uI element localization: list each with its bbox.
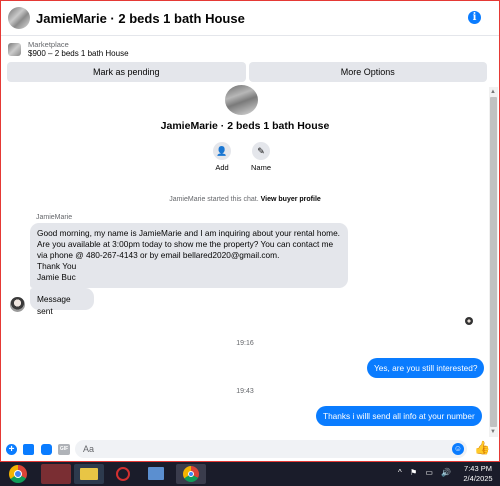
action-bar: Mark as pending More Options (7, 62, 487, 82)
name-label: Name (250, 163, 271, 172)
pencil-icon: ✎ (257, 145, 265, 156)
scrollbar-thumb[interactable] (490, 97, 497, 427)
incoming-message[interactable]: Message sent (30, 288, 94, 316)
more-options-button[interactable]: More Options (248, 62, 487, 82)
mark-pending-button[interactable]: Mark as pending (7, 62, 246, 82)
scroll-up-arrow-icon[interactable]: ▲ (490, 89, 496, 95)
add-label: Add (215, 163, 229, 172)
emoji-icon[interactable]: ☺ (452, 443, 464, 455)
clock-date: 2/4/2025 (463, 474, 493, 483)
thumbs-up-icon[interactable]: 👍 (474, 441, 490, 455)
sticker-icon[interactable] (41, 444, 52, 455)
plus-icon[interactable]: + (6, 444, 17, 455)
info-icon[interactable]: i (468, 11, 481, 24)
taskbar-app-icon[interactable] (143, 464, 169, 484)
clock-time: 7:43 PM (464, 464, 492, 473)
outgoing-message[interactable]: Thanks i willl send all info at your num… (316, 406, 482, 426)
message-input[interactable]: Aa (75, 440, 467, 458)
file-explorer-icon[interactable] (74, 464, 104, 484)
add-person-button[interactable]: 👤 (213, 142, 231, 160)
profile-avatar[interactable] (225, 85, 258, 115)
photo-icon[interactable] (23, 444, 34, 455)
timestamp: 19:16 (236, 340, 254, 347)
incoming-message[interactable]: Good morning, my name is JamieMarie and … (30, 223, 348, 288)
system-tray-icons[interactable]: ^ ⚑ ▭ 🔊 (398, 468, 454, 477)
seen-indicator-avatar (465, 317, 473, 325)
add-person-icon: 👤 (216, 145, 228, 156)
chat-header: JamieMarie · 2 beds 1 bath House i (1, 1, 499, 36)
sender-avatar[interactable] (10, 297, 25, 312)
messenger-window: JamieMarie · 2 beds 1 bath House i Marke… (0, 0, 500, 462)
chrome-active-taskbar-icon[interactable] (176, 464, 206, 484)
taskbar-app-icon[interactable] (111, 464, 135, 484)
chat-started-notice: JamieMarie started this chat. View buyer… (1, 196, 489, 203)
chat-title[interactable]: JamieMarie · 2 beds 1 bath House (36, 11, 245, 26)
scroll-down-arrow-icon[interactable]: ▼ (490, 429, 496, 435)
taskbar-app-icon[interactable] (41, 464, 71, 484)
listing-avatar[interactable] (8, 7, 30, 29)
chrome-center-icon (14, 470, 22, 478)
started-text: JamieMarie started this chat. (169, 196, 259, 203)
timestamp: 19:43 (236, 388, 254, 395)
sender-name: JamieMarie (36, 214, 73, 221)
view-buyer-profile-link[interactable]: View buyer profile (261, 196, 321, 203)
taskbar-clock[interactable]: 7:43 PM 2/4/2025 (458, 464, 498, 484)
listing-thumbnail (8, 42, 21, 56)
edit-name-button[interactable]: ✎ (252, 142, 270, 160)
marketplace-label: Marketplace (28, 39, 69, 49)
listing-price: $900 – 2 beds 1 bath House (28, 48, 129, 58)
outgoing-message[interactable]: Yes, are you still interested? (367, 358, 485, 378)
marketplace-strip[interactable]: Marketplace $900 – 2 beds 1 bath House (1, 37, 499, 61)
profile-name: JamieMarie · 2 beds 1 bath House (160, 120, 330, 132)
gif-icon[interactable]: GIF (58, 444, 70, 455)
